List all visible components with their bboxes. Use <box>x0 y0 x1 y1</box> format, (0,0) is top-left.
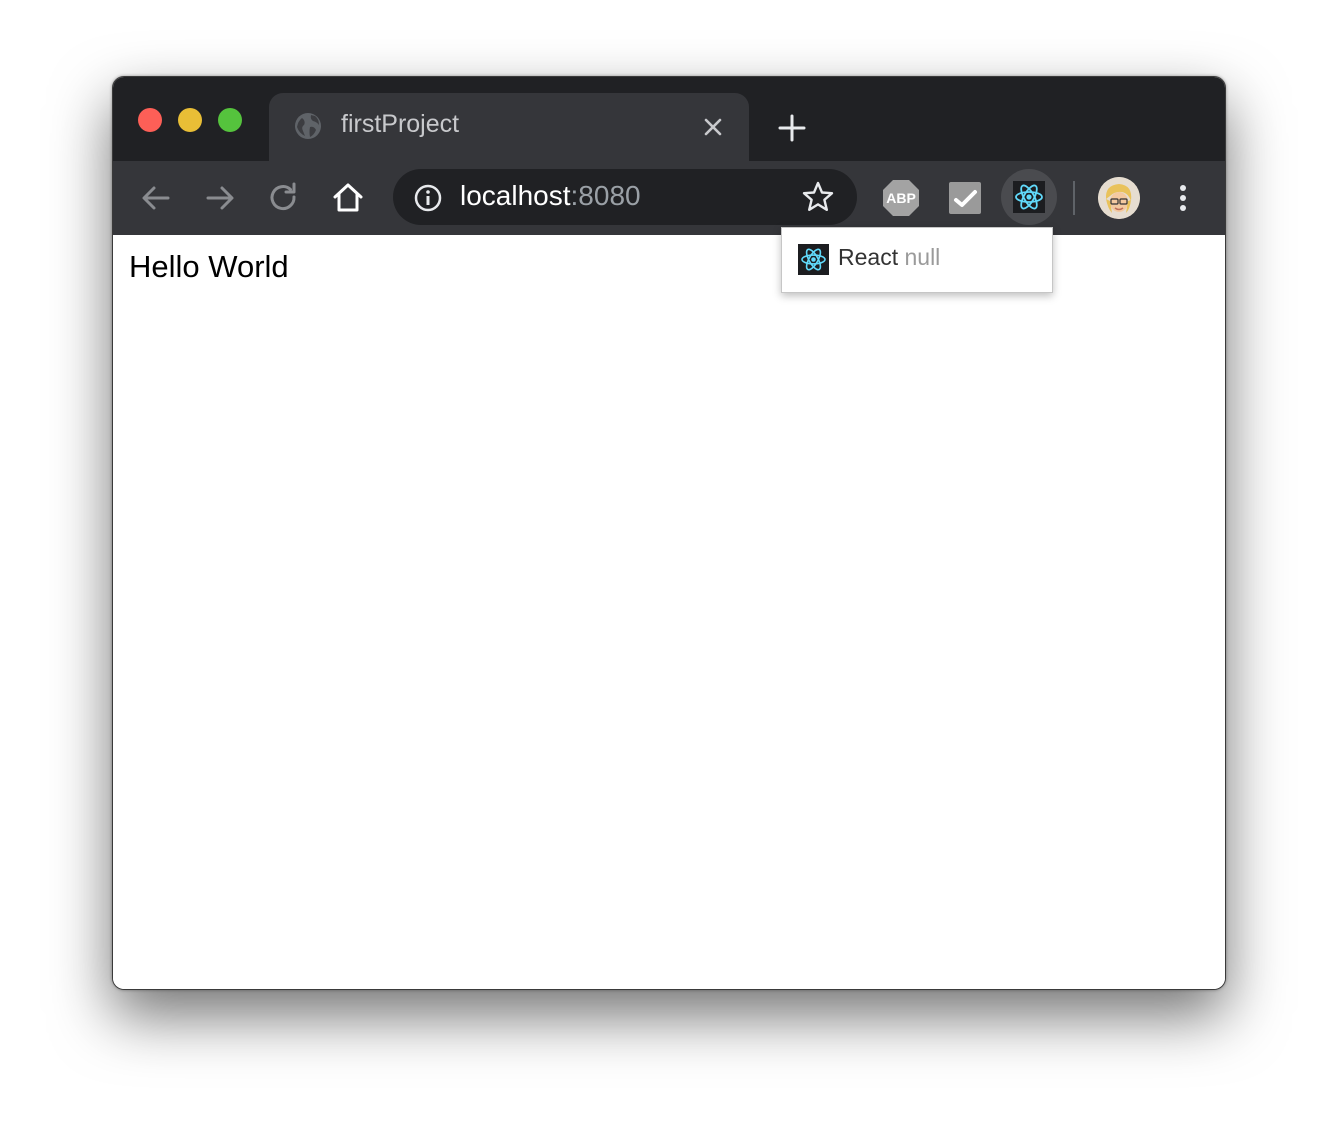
react-devtools-popup[interactable]: React null <box>781 227 1053 293</box>
react-popup-text: React null <box>838 244 940 271</box>
react-icon <box>798 244 829 275</box>
url-port: :8080 <box>570 180 641 211</box>
tab-title: firstProject <box>341 110 460 138</box>
window-maximize-button[interactable] <box>218 108 242 132</box>
react-popup-label: React <box>838 244 899 270</box>
react-popup-value: null <box>904 244 941 270</box>
tab-strip: firstProject <box>113 77 1225 161</box>
reload-icon[interactable] <box>266 180 302 216</box>
url-host: localhost <box>460 180 571 211</box>
arrow-left-icon[interactable] <box>138 180 174 216</box>
toolbar: localhost:8080 ABP <box>113 161 1225 235</box>
address-bar[interactable]: localhost:8080 <box>393 169 857 225</box>
page-heading: Hello World <box>129 249 289 284</box>
info-icon[interactable] <box>413 183 443 213</box>
close-icon[interactable] <box>701 115 725 139</box>
more-vertical-icon[interactable] <box>1165 180 1201 216</box>
toolbar-divider <box>1073 181 1075 215</box>
react-devtools-button[interactable] <box>1001 169 1057 225</box>
adblock-label: ABP <box>886 190 916 206</box>
checkmark-extension-icon[interactable] <box>945 178 985 218</box>
url-text[interactable]: localhost:8080 <box>460 180 641 212</box>
globe-icon <box>295 113 321 139</box>
avatar-icon <box>1098 177 1140 219</box>
plus-icon[interactable] <box>777 113 807 143</box>
arrow-right-icon[interactable] <box>202 180 238 216</box>
window-close-button[interactable] <box>138 108 162 132</box>
page-content: Hello World <box>113 235 1225 989</box>
star-icon[interactable] <box>801 180 835 214</box>
home-icon[interactable] <box>330 180 366 216</box>
window-minimize-button[interactable] <box>178 108 202 132</box>
profile-avatar[interactable] <box>1098 177 1140 219</box>
tab-firstproject[interactable]: firstProject <box>269 93 749 161</box>
adblock-plus-icon[interactable]: ABP <box>881 178 921 218</box>
react-devtools-icon <box>1013 181 1045 213</box>
browser-window: firstProject localhost:8080 ABP Hello Wo… <box>112 76 1226 990</box>
